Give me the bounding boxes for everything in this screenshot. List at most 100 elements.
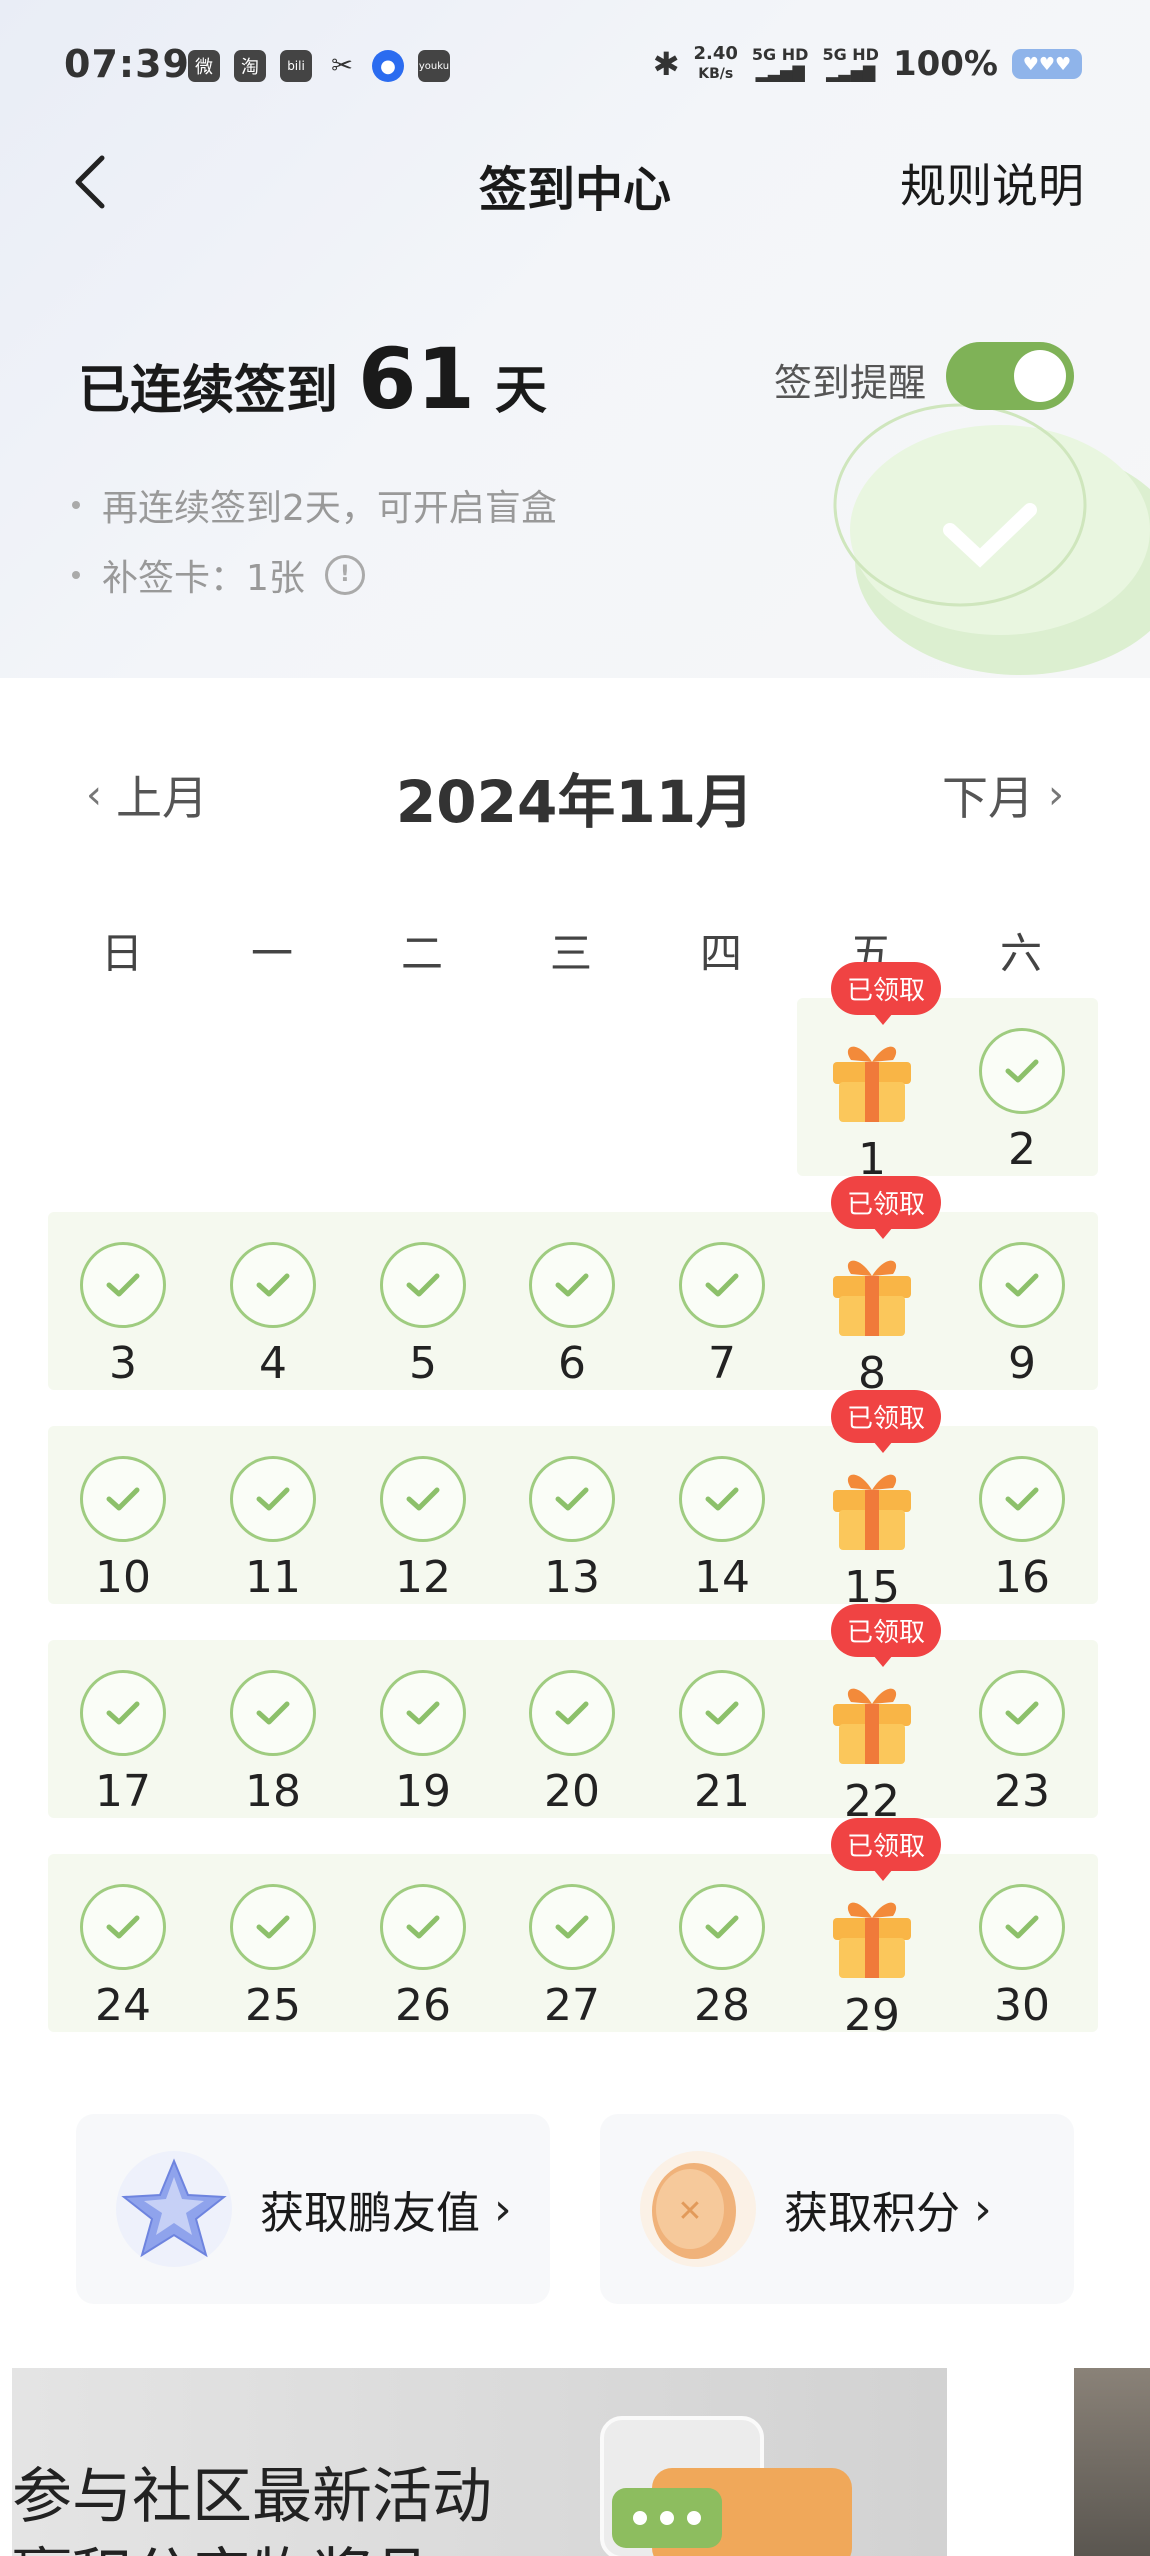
next-banner-preview[interactable] [1074, 2368, 1150, 2556]
calendar-day[interactable]: 5 [348, 1242, 498, 1389]
checked-in-icon [230, 1456, 316, 1542]
day-number: 28 [694, 1980, 750, 2031]
checkmark-icon [106, 1701, 140, 1725]
checkmark-icon [705, 1487, 739, 1511]
wechat-icon: 微 [188, 50, 220, 82]
weekday-thu: 四 [699, 929, 742, 978]
checked-in-icon [679, 1670, 765, 1756]
checkmark-icon [1005, 1915, 1039, 1939]
day-number: 14 [694, 1552, 750, 1603]
banner-subline: 赢积分实物奖品 [12, 2528, 432, 2556]
checkmark-icon [705, 1915, 739, 1939]
scissor-icon: ✂ [331, 51, 353, 81]
calendar-day[interactable]: 19 [348, 1670, 498, 1817]
checkmark-icon [705, 1273, 739, 1297]
calendar-day[interactable]: 14 [647, 1456, 797, 1603]
claimed-badge: 已领取 [831, 1818, 942, 1881]
gift-box-icon [827, 1242, 917, 1338]
weekday-sat: 六 [999, 929, 1042, 978]
checkmark-icon [406, 1487, 440, 1511]
status-bar: 07:39 微 淘 bili ✂ ● youku ✱ 2.40 KB/s 5G … [0, 0, 1150, 140]
calendar-day[interactable]: 已领取 15 [797, 1390, 947, 1613]
community-activity-banner[interactable]: 参与社区最新活动 赢积分实物奖品 [12, 2368, 947, 2556]
banner-headline: 参与社区最新活动 [12, 2462, 492, 2532]
checkmark-icon [555, 1273, 589, 1297]
checkmark-icon [1005, 1701, 1039, 1725]
gift-box-icon [827, 1456, 917, 1552]
points-label: 获取积分 [784, 2188, 960, 2239]
calendar-day[interactable]: 18 [198, 1670, 348, 1817]
checked-in-icon [529, 1884, 615, 1970]
app-dot-icon: ● [372, 50, 404, 82]
calendar-day[interactable]: 21 [647, 1670, 797, 1817]
bluetooth-icon: ✱ [652, 45, 680, 83]
chat-bubble-icon [600, 2416, 852, 2556]
battery-icon: ♥♥♥ [1012, 49, 1082, 79]
calendar-day[interactable]: 已领取 22 [797, 1604, 947, 1827]
checkmark-icon [256, 1487, 290, 1511]
svg-text:✕: ✕ [677, 2194, 702, 2229]
calendar-day[interactable]: 26 [348, 1884, 498, 2031]
coin-icon: ✕ [640, 2151, 756, 2267]
streak-days: 61 [358, 330, 475, 428]
calendar-day[interactable]: 9 [947, 1242, 1097, 1389]
calendar-day[interactable]: 2 [947, 1028, 1097, 1175]
checkmark-icon [1005, 1273, 1039, 1297]
calendar-day[interactable]: 27 [497, 1884, 647, 2031]
checkmark-icon [555, 1701, 589, 1725]
remind-toggle[interactable] [946, 342, 1074, 410]
day-number: 11 [245, 1552, 301, 1603]
calendar-day[interactable]: 13 [497, 1456, 647, 1603]
calendar-day[interactable]: 已领取 29 [797, 1818, 947, 2041]
calendar-day[interactable]: 11 [198, 1456, 348, 1603]
weekday-wed: 三 [549, 929, 592, 978]
youku-icon: youku [418, 50, 450, 82]
checked-in-icon [979, 1670, 1065, 1756]
calendar-day[interactable]: 28 [647, 1884, 797, 2031]
star-icon [116, 2151, 232, 2267]
calendar-day[interactable]: 3 [48, 1242, 198, 1389]
calendar-day[interactable]: 已领取 1 [797, 962, 947, 1185]
get-friend-value-button[interactable]: 获取鹏友值 › [76, 2114, 550, 2304]
battery-percent: 100% [892, 44, 998, 84]
calendar-day[interactable]: 20 [497, 1670, 647, 1817]
calendar-day[interactable]: 23 [947, 1670, 1097, 1817]
checkmark-icon [406, 1915, 440, 1939]
checked-in-icon [529, 1242, 615, 1328]
calendar-day[interactable]: 16 [947, 1456, 1097, 1603]
checkmark-icon [555, 1487, 589, 1511]
calendar-day[interactable]: 12 [348, 1456, 498, 1603]
claimed-badge: 已领取 [831, 962, 942, 1025]
tip-makeup-card: 补签卡：1张! [72, 540, 557, 610]
calendar-day[interactable]: 10 [48, 1456, 198, 1603]
calendar-day[interactable]: 6 [497, 1242, 647, 1389]
chevron-right-icon: › [1048, 772, 1064, 818]
calendar-day[interactable]: 30 [947, 1884, 1097, 2031]
day-number: 3 [109, 1338, 137, 1389]
calendar-day[interactable]: 25 [198, 1884, 348, 2031]
rules-link[interactable]: 规则说明 [900, 150, 1084, 216]
day-number: 4 [259, 1338, 287, 1389]
info-icon[interactable]: ! [324, 555, 365, 595]
streak-prefix: 已连续签到 [78, 361, 339, 421]
next-month-button[interactable]: 下月 › [942, 762, 1064, 828]
checkmark-icon [406, 1273, 440, 1297]
calendar-day[interactable]: 24 [48, 1884, 198, 2031]
day-number: 5 [409, 1338, 437, 1389]
day-number: 19 [395, 1766, 451, 1817]
weekday-sun: 日 [100, 929, 143, 978]
signal-2: 5G HD ▂▃▅▇ [822, 45, 879, 82]
checkmark-icon [1005, 1487, 1039, 1511]
day-number: 23 [994, 1766, 1050, 1817]
day-number: 17 [95, 1766, 151, 1817]
checked-in-icon [380, 1670, 466, 1756]
calendar-day[interactable]: 17 [48, 1670, 198, 1817]
gift-box-icon [827, 1028, 917, 1124]
checked-in-icon [230, 1242, 316, 1328]
calendar-day[interactable]: 7 [647, 1242, 797, 1389]
day-number: 13 [544, 1552, 600, 1603]
get-points-button[interactable]: ✕ 获取积分 › [600, 2114, 1074, 2304]
calendar-day[interactable]: 已领取 8 [797, 1176, 947, 1399]
calendar-day[interactable]: 4 [198, 1242, 348, 1389]
checked-in-icon [380, 1456, 466, 1542]
